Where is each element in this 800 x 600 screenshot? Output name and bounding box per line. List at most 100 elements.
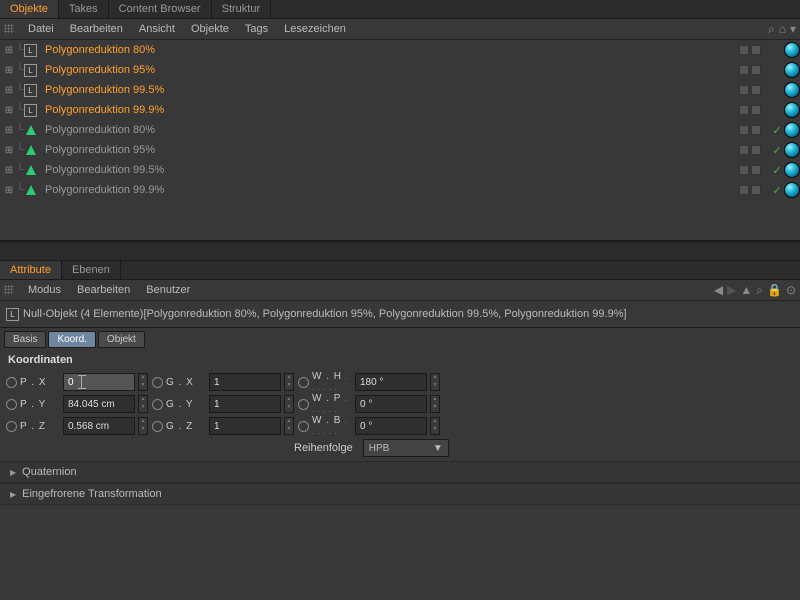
object-name: Polygonreduktion 95% bbox=[43, 144, 728, 156]
spinner[interactable]: ▲▼ bbox=[284, 395, 294, 413]
object-row[interactable]: ⊞└LPolygonreduktion 99.5% bbox=[0, 80, 800, 100]
tree-expand-icon[interactable]: ⊞ bbox=[4, 185, 14, 196]
material-tag-icon[interactable] bbox=[784, 82, 800, 98]
material-tag-icon[interactable] bbox=[784, 122, 800, 138]
lock-icon[interactable]: 🔒 bbox=[767, 283, 782, 297]
tab-objekte[interactable]: Objekte bbox=[0, 0, 59, 18]
object-row[interactable]: ⊞└LPolygonreduktion 99.9% bbox=[0, 100, 800, 120]
menu-ansicht[interactable]: Ansicht bbox=[131, 21, 183, 37]
anim-ring-icon[interactable] bbox=[6, 377, 17, 388]
grip-icon[interactable] bbox=[4, 24, 14, 34]
menu-modus[interactable]: Modus bbox=[20, 282, 69, 298]
menu-datei[interactable]: Datei bbox=[20, 21, 62, 37]
visibility-toggle[interactable] bbox=[730, 105, 770, 115]
menu-objekte[interactable]: Objekte bbox=[183, 21, 237, 37]
up-icon[interactable]: ▲ bbox=[740, 283, 752, 297]
anim-ring-icon[interactable] bbox=[152, 399, 163, 410]
coord-input[interactable]: 1 bbox=[209, 373, 281, 391]
menu-lesezeichen[interactable]: Lesezeichen bbox=[276, 21, 354, 37]
settings-icon[interactable]: ⊙ bbox=[786, 283, 796, 297]
material-tag-icon[interactable] bbox=[784, 162, 800, 178]
home-icon[interactable]: ⌂ bbox=[779, 22, 786, 36]
tree-expand-icon[interactable]: ⊞ bbox=[4, 85, 14, 96]
tree-expand-icon[interactable]: ⊞ bbox=[4, 65, 14, 76]
coord-input[interactable]: 0 ° bbox=[355, 395, 427, 413]
coord-input[interactable]: 0 bbox=[63, 373, 135, 391]
coord-input[interactable]: 1 bbox=[209, 395, 281, 413]
menu-bearbeiten[interactable]: Bearbeiten bbox=[62, 21, 131, 37]
coord-input[interactable]: 84.045 cm bbox=[63, 395, 135, 413]
nav-fwd-icon[interactable]: ▶ bbox=[727, 283, 736, 297]
coord-input[interactable]: 0.568 cm bbox=[63, 417, 135, 435]
anim-ring-icon[interactable] bbox=[6, 421, 17, 432]
tab-attribute[interactable]: Attribute bbox=[0, 261, 62, 279]
tab-objekt[interactable]: Objekt bbox=[98, 331, 145, 348]
material-tag-icon[interactable] bbox=[784, 42, 800, 58]
tree-expand-icon[interactable]: ⊞ bbox=[4, 105, 14, 116]
menu-bearbeiten2[interactable]: Bearbeiten bbox=[69, 282, 138, 298]
tab-content-browser[interactable]: Content Browser bbox=[109, 0, 212, 18]
object-row[interactable]: ⊞└LPolygonreduktion 95% bbox=[0, 60, 800, 80]
search-icon[interactable]: ⌕ bbox=[756, 283, 763, 298]
spinner[interactable]: ▲▼ bbox=[284, 373, 294, 391]
material-tag-icon[interactable] bbox=[784, 102, 800, 118]
coord-input[interactable]: 0 ° bbox=[355, 417, 427, 435]
spinner[interactable]: ▲▼ bbox=[138, 373, 148, 391]
visibility-toggle[interactable] bbox=[730, 185, 770, 195]
visibility-toggle[interactable] bbox=[730, 165, 770, 175]
expand-icon: ▶ bbox=[10, 490, 16, 499]
tab-koord[interactable]: Koord. bbox=[48, 331, 95, 348]
null-object-icon: L bbox=[24, 44, 37, 57]
anim-ring-icon[interactable] bbox=[6, 399, 17, 410]
tab-ebenen[interactable]: Ebenen bbox=[62, 261, 121, 279]
dropdown-icon[interactable]: ▾ bbox=[790, 22, 796, 36]
coord-cell-py: P . Y84.045 cm▲▼ bbox=[6, 395, 148, 413]
polygon-object-icon bbox=[26, 125, 36, 135]
anim-ring-icon[interactable] bbox=[298, 399, 309, 410]
tree-expand-icon[interactable]: ⊞ bbox=[4, 45, 14, 56]
polygon-object-icon bbox=[26, 165, 36, 175]
anim-ring-icon[interactable] bbox=[152, 421, 163, 432]
anim-ring-icon[interactable] bbox=[152, 377, 163, 388]
spinner[interactable]: ▲▼ bbox=[430, 373, 440, 391]
material-tag-icon[interactable] bbox=[784, 62, 800, 78]
polygon-object-icon bbox=[26, 145, 36, 155]
object-row[interactable]: ⊞└Polygonreduktion 99.5%✓ bbox=[0, 160, 800, 180]
menu-benutzer[interactable]: Benutzer bbox=[138, 282, 198, 298]
spinner[interactable]: ▲▼ bbox=[138, 417, 148, 435]
object-row[interactable]: ⊞└Polygonreduktion 99.9%✓ bbox=[0, 180, 800, 200]
tab-basis[interactable]: Basis bbox=[4, 331, 46, 348]
tree-expand-icon[interactable]: ⊞ bbox=[4, 125, 14, 136]
visibility-toggle[interactable] bbox=[730, 45, 770, 55]
search-icon[interactable]: ⌕ bbox=[768, 22, 775, 37]
tree-expand-icon[interactable]: ⊞ bbox=[4, 165, 14, 176]
visibility-toggle[interactable] bbox=[730, 145, 770, 155]
object-row[interactable]: ⊞└LPolygonreduktion 80% bbox=[0, 40, 800, 60]
tab-struktur[interactable]: Struktur bbox=[212, 0, 272, 18]
tab-takes[interactable]: Takes bbox=[59, 0, 109, 18]
visibility-toggle[interactable] bbox=[730, 85, 770, 95]
visibility-toggle[interactable] bbox=[730, 65, 770, 75]
object-row[interactable]: ⊞└Polygonreduktion 95%✓ bbox=[0, 140, 800, 160]
accordion-eingefrorene[interactable]: ▶ Eingefrorene Transformation bbox=[0, 483, 800, 505]
spinner[interactable]: ▲▼ bbox=[284, 417, 294, 435]
spinner[interactable]: ▲▼ bbox=[430, 417, 440, 435]
grip-icon[interactable] bbox=[4, 285, 14, 295]
accordion-quaternion[interactable]: ▶ Quaternion bbox=[0, 461, 800, 483]
tree-expand-icon[interactable]: ⊞ bbox=[4, 145, 14, 156]
material-tag-icon[interactable] bbox=[784, 182, 800, 198]
visibility-toggle[interactable] bbox=[730, 125, 770, 135]
material-tag-icon[interactable] bbox=[784, 142, 800, 158]
expand-icon: ▶ bbox=[10, 468, 16, 477]
spinner[interactable]: ▲▼ bbox=[430, 395, 440, 413]
object-row[interactable]: ⊞└Polygonreduktion 80%✓ bbox=[0, 120, 800, 140]
spinner[interactable]: ▲▼ bbox=[138, 395, 148, 413]
coord-input[interactable]: 1 bbox=[209, 417, 281, 435]
menu-tags[interactable]: Tags bbox=[237, 21, 276, 37]
anim-ring-icon[interactable] bbox=[298, 377, 309, 388]
object-name: Polygonreduktion 99.5% bbox=[43, 84, 728, 96]
anim-ring-icon[interactable] bbox=[298, 421, 309, 432]
coord-input[interactable]: 180 ° bbox=[355, 373, 427, 391]
order-dropdown[interactable]: HPB▼ bbox=[363, 439, 449, 457]
nav-back-icon[interactable]: ◀ bbox=[714, 283, 723, 297]
